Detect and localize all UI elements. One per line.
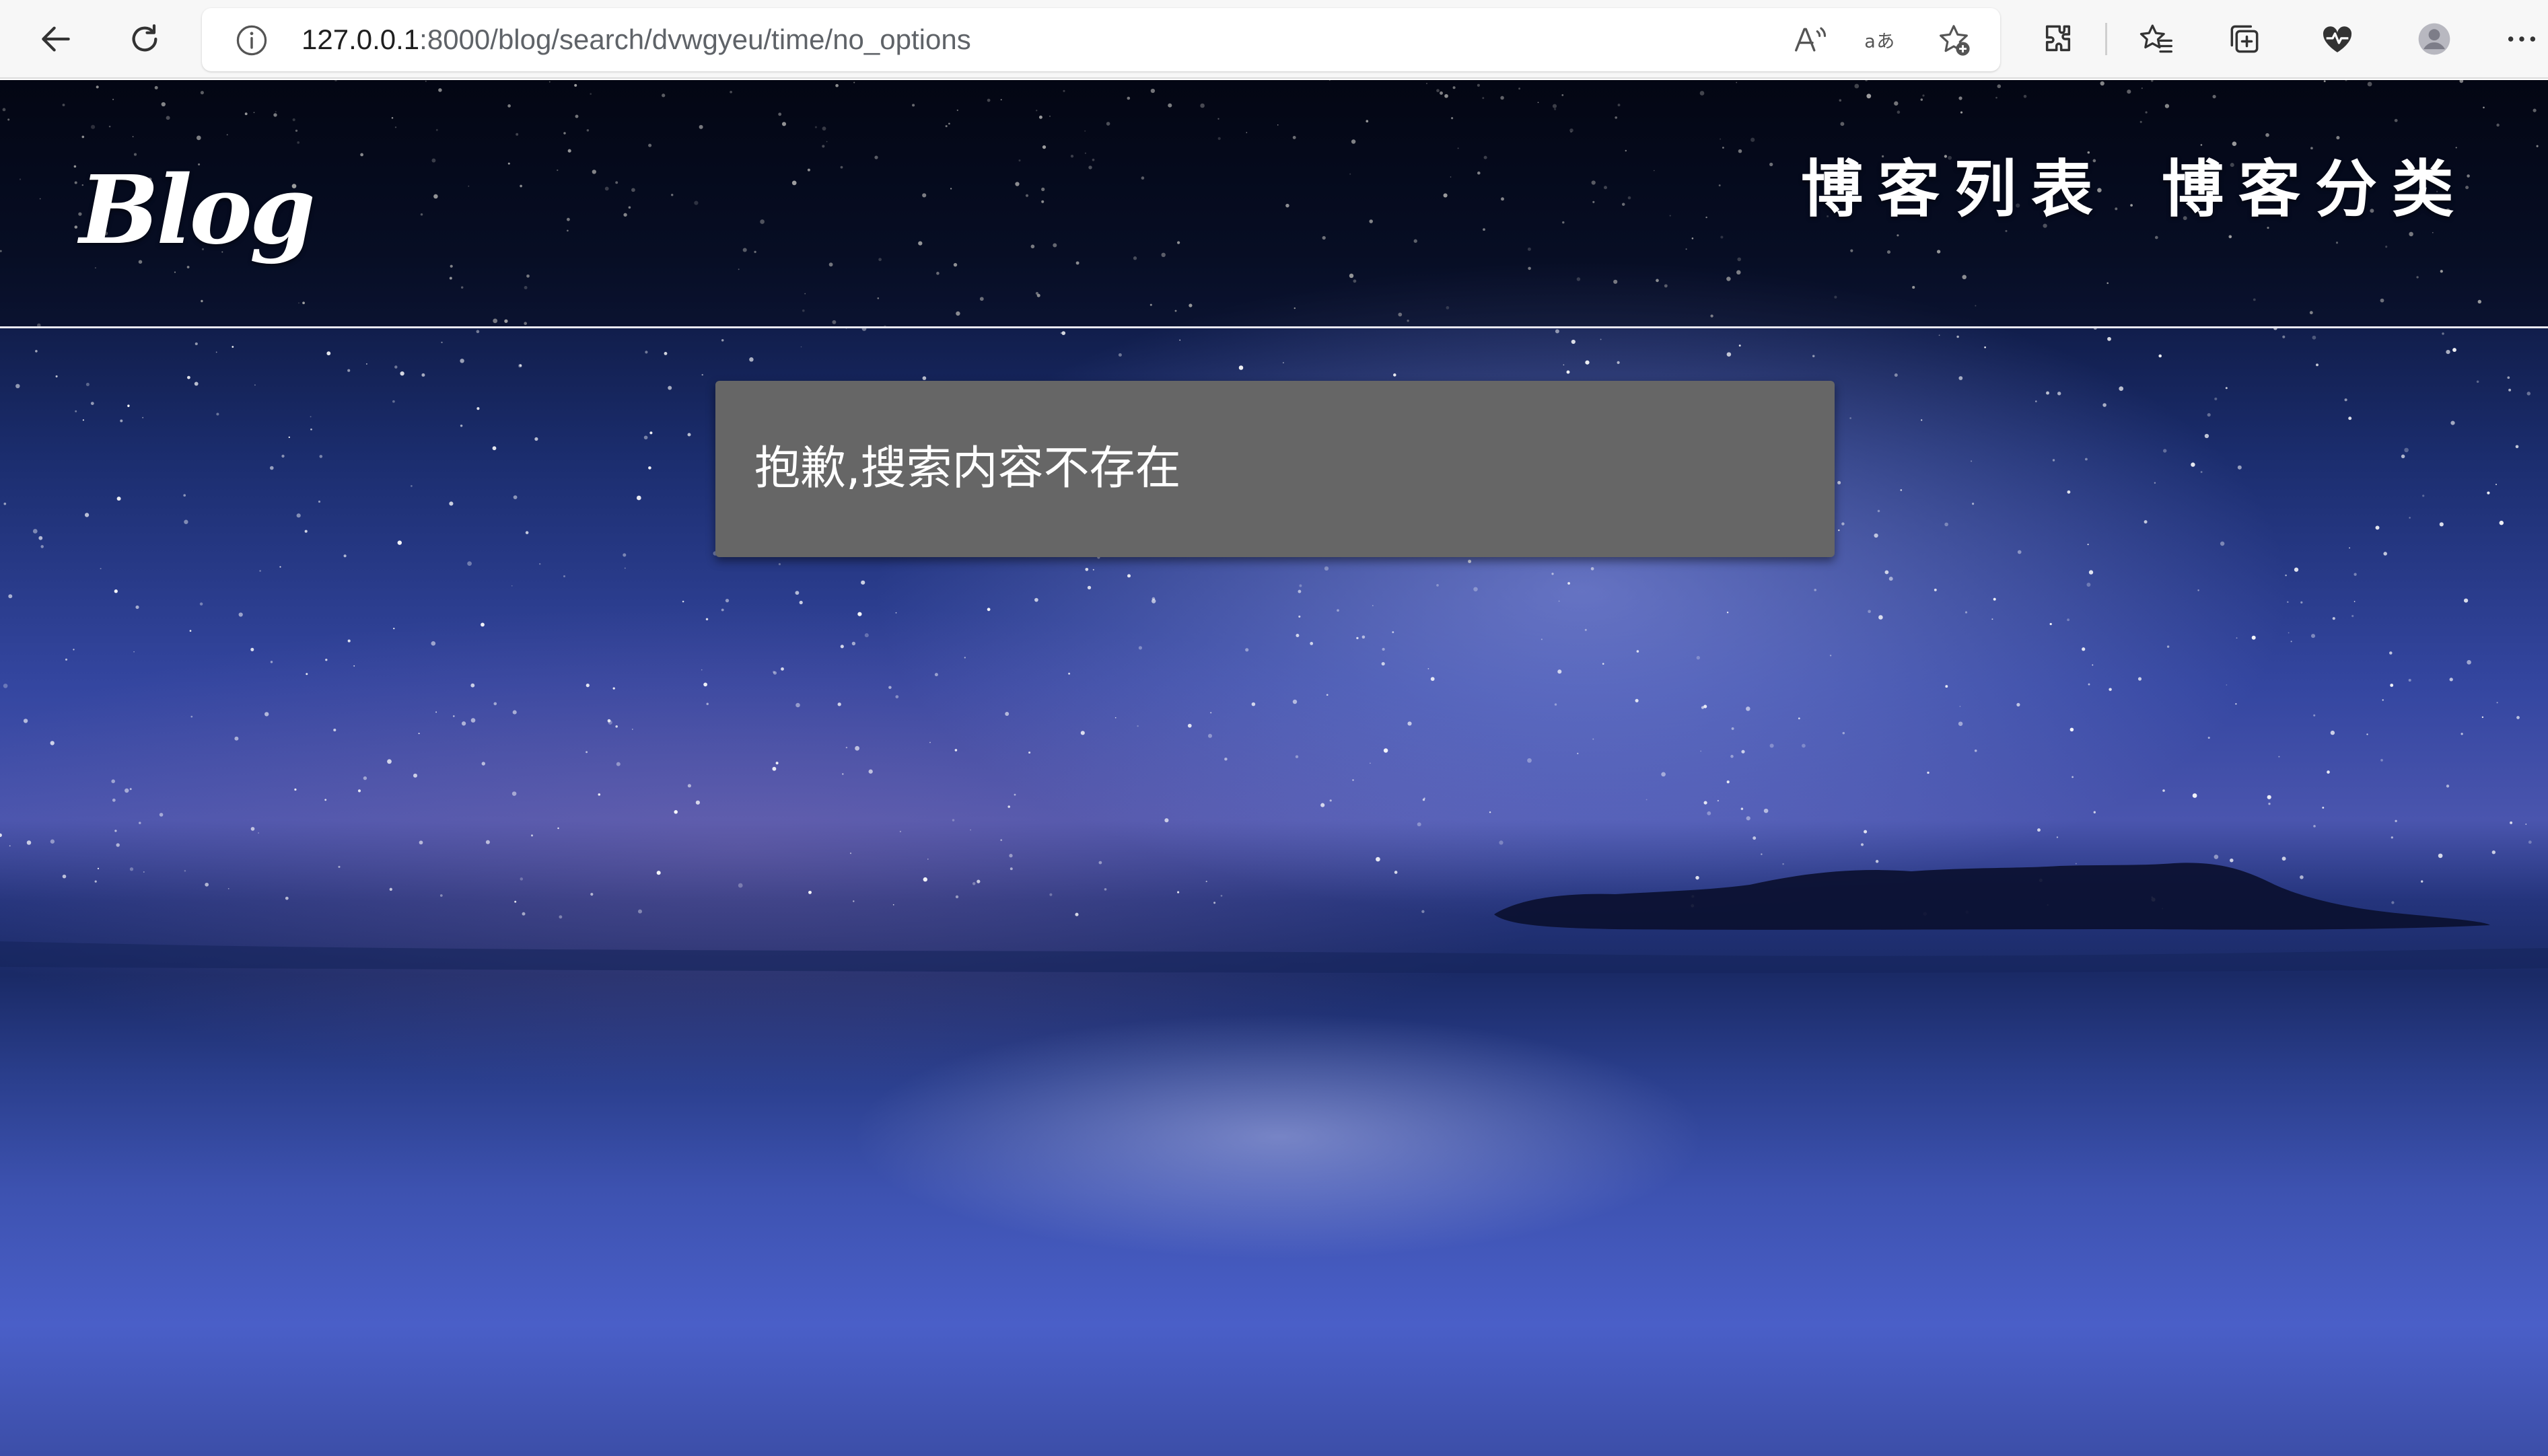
extensions-button[interactable] xyxy=(2034,15,2082,63)
back-icon xyxy=(42,26,70,52)
more-button[interactable] xyxy=(2502,15,2542,63)
not-found-message: 抱歉,搜索内容不存在 xyxy=(754,442,1181,495)
read-aloud-icon xyxy=(1795,27,1827,52)
favorites-icon xyxy=(2139,24,2172,53)
more-icon xyxy=(2508,36,2536,42)
search-result-message-box: 抱歉,搜索内容不存在 xyxy=(715,381,1835,557)
toolbar-separator xyxy=(2105,23,2107,55)
add-favorite-button[interactable] xyxy=(1934,20,1973,59)
site-logo[interactable]: Blog xyxy=(79,155,316,266)
browser-toolbar: 127.0.0.1:8000/blog/search/dvwgyeu/time/… xyxy=(0,0,2548,79)
refresh-button[interactable] xyxy=(120,15,169,63)
refresh-icon xyxy=(132,24,157,52)
url-path: :8000/blog/search/dvwgyeu/time/no_option… xyxy=(419,24,971,55)
browser-essentials-button[interactable] xyxy=(2313,15,2362,63)
profile-button[interactable] xyxy=(2410,15,2458,63)
header-divider xyxy=(0,326,2548,328)
back-button[interactable] xyxy=(32,15,80,63)
add-favorite-icon xyxy=(1940,25,1970,56)
profile-icon xyxy=(2418,23,2450,55)
address-bar[interactable]: 127.0.0.1:8000/blog/search/dvwgyeu/time/… xyxy=(202,8,2000,71)
translate-button[interactable]: a あ xyxy=(1862,20,1901,59)
extensions-icon xyxy=(2045,25,2071,52)
site-header: Blog 博客列表 博客分类 xyxy=(0,80,2548,327)
nav-blog-categories[interactable]: 博客分类 xyxy=(2162,139,2469,229)
browser-essentials-icon xyxy=(2323,26,2352,52)
page-viewport: Blog 博客列表 博客分类 抱歉,搜索内容不存在 xyxy=(0,80,2548,1456)
svg-text:a: a xyxy=(1864,31,1876,52)
info-icon[interactable] xyxy=(234,23,269,58)
site-nav: 博客列表 博客分类 xyxy=(1801,139,2469,229)
url-host: 127.0.0.1 xyxy=(302,24,420,55)
read-aloud-button[interactable] xyxy=(1790,20,1829,59)
collections-icon xyxy=(2230,25,2259,53)
collections-button[interactable] xyxy=(2220,15,2269,63)
svg-text:あ: あ xyxy=(1876,31,1895,52)
nav-blog-list[interactable]: 博客列表 xyxy=(1801,139,2108,229)
translate-icon: a あ xyxy=(1864,31,1895,52)
favorites-button[interactable] xyxy=(2131,15,2180,63)
url-text[interactable]: 127.0.0.1:8000/blog/search/dvwgyeu/time/… xyxy=(302,8,971,71)
